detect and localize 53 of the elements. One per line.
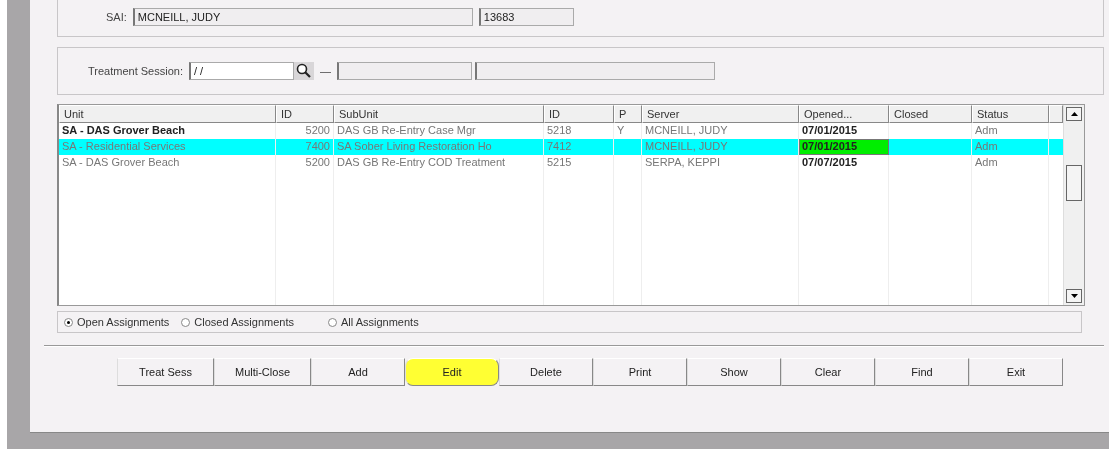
sai-number-field[interactable]: 13683 — [478, 8, 574, 26]
column-header[interactable]: Opened... — [799, 105, 889, 123]
toolbar-button[interactable]: Clear — [781, 358, 875, 386]
table-cell: 7400 — [276, 139, 334, 155]
table-cell: DAS GB Re-Entry COD Treatment — [334, 155, 544, 171]
scroll-down-icon[interactable] — [1066, 289, 1082, 303]
table-cell: SERPA, KEPPI — [642, 155, 799, 171]
column-header[interactable]: Closed — [889, 105, 972, 123]
column-header[interactable]: SubUnit — [334, 105, 544, 123]
toolbar-button[interactable]: Add — [311, 358, 405, 386]
table-cell: SA Sober Living Restoration Ho — [334, 139, 544, 155]
scroll-up-icon[interactable] — [1066, 107, 1082, 121]
radio-label[interactable]: Closed Assignments — [194, 316, 294, 328]
table-cell: SA - DAS Grover Beach — [59, 155, 276, 171]
dash-separator: — — [319, 65, 331, 77]
column-header[interactable]: Status — [972, 105, 1049, 123]
sai-name-field[interactable]: MCNEILL, JUDY — [132, 8, 473, 26]
table-row[interactable]: SA - DAS Grover Beach 5200 DAS GB Re-Entry COD Treatment 5215 SERPA, KEPPI 07/07/2015 Adm — [59, 155, 1063, 171]
table-cell: 07/01/2015 — [799, 139, 889, 155]
table-cell: Adm — [972, 155, 1049, 171]
table-cell: 07/07/2015 — [799, 155, 889, 171]
column-header[interactable]: ID — [276, 105, 334, 123]
toolbar-button[interactable]: Exit — [969, 358, 1063, 386]
column-header[interactable]: P — [614, 105, 642, 123]
toolbar-button[interactable]: Treat Sess — [117, 358, 214, 386]
table-cell: Adm — [972, 139, 1049, 155]
table-cell: SA - Residential Services — [59, 139, 276, 155]
scroll-thumb[interactable] — [1066, 165, 1082, 201]
table-cell: 5215 — [544, 155, 614, 171]
radio-button[interactable] — [181, 317, 191, 327]
table-cell: 7412 — [544, 139, 614, 155]
radio-label[interactable]: Open Assignments — [77, 316, 170, 328]
table-row[interactable]: SA - Residential Services 7400 SA Sober Living Restoration Ho 7412 MCNEILL, JUDY 07/01/2015 Adm — [59, 139, 1063, 155]
radio-button[interactable] — [328, 317, 337, 327]
treatment-session-field[interactable]: / / — [188, 62, 294, 80]
toolbar-button[interactable]: Show — [687, 358, 781, 386]
column-header[interactable]: Server — [642, 105, 799, 123]
column-header[interactable]: Unit — [59, 105, 276, 123]
toolbar-button[interactable]: Print — [593, 358, 687, 386]
session-field[interactable] — [336, 62, 472, 80]
session-description-field[interactable] — [474, 62, 715, 80]
toolbar-button[interactable]: Find — [875, 358, 969, 386]
column-header[interactable]: ID — [544, 105, 614, 123]
radio-button[interactable] — [64, 317, 73, 327]
radio-label[interactable]: All Assignments — [341, 316, 419, 328]
toolbar-button[interactable]: Edit — [405, 358, 499, 386]
treatment-session-label: Treatment Session: — [88, 65, 183, 77]
table-cell: 5200 — [276, 155, 334, 171]
toolbar-button[interactable]: Multi-Close — [214, 358, 311, 386]
toolbar-button[interactable]: Delete — [499, 358, 593, 386]
search-icon[interactable] — [293, 62, 314, 80]
scrollbar[interactable] — [1063, 105, 1084, 305]
sai-label: SAI: — [106, 11, 127, 23]
